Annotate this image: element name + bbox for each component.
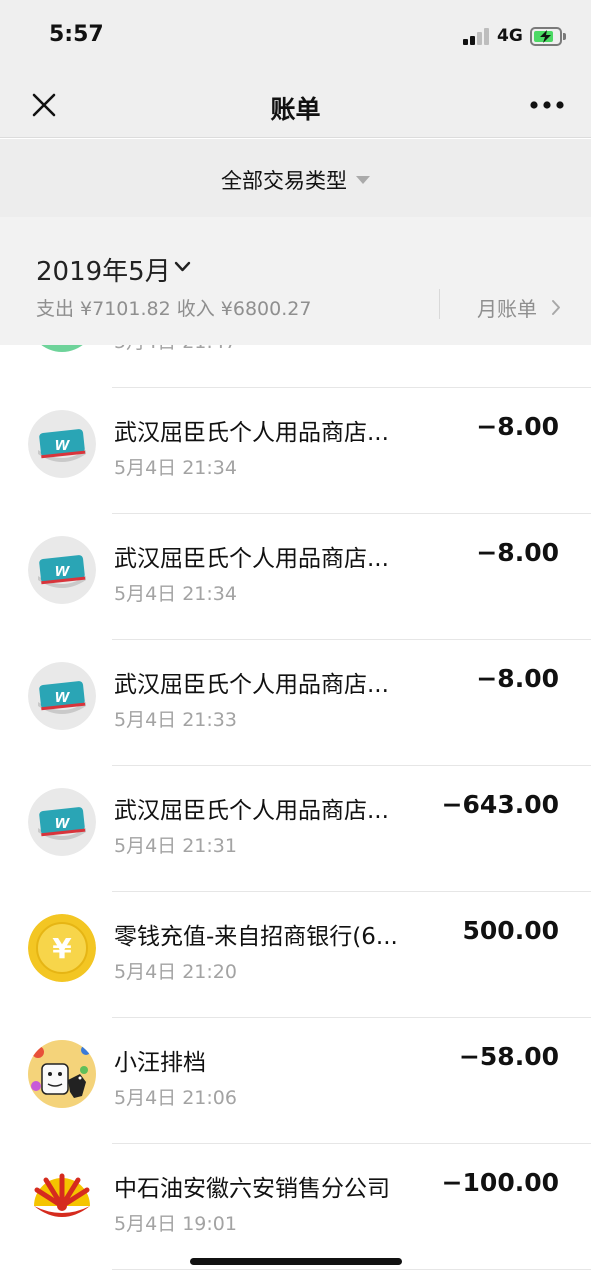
transaction-row[interactable]: 中石油安徽六安销售分公司 5月4日 19:01 −100.00 [0,1144,591,1270]
watsons-icon: w [28,536,96,604]
transaction-amount: 500.00 [462,916,559,945]
transaction-row[interactable]: w 武汉屈臣氏个人用品商店... 5月4日 21:34 −8.00 [0,388,591,514]
transaction-row[interactable]: ¥ 零钱充值-来自招商银行(6... 5月4日 21:20 500.00 [0,892,591,1018]
more-dots-icon [530,101,564,109]
transaction-time: 5月4日 21:06 [114,1087,237,1109]
filter-label: 全部交易类型 [221,169,347,193]
watsons-icon: w [28,410,96,478]
battery-icon [530,27,562,46]
svg-text:w: w [55,686,70,706]
row-divider [112,1269,591,1270]
svg-text:¥: ¥ [52,932,72,965]
transaction-amount: −8.00 [476,538,559,567]
network-type: 4G [497,26,523,46]
transaction-title: 武汉屈臣氏个人用品商店... [114,420,389,446]
transaction-time: 5月4日 21:47 [114,345,237,354]
chevron-right-icon [552,300,560,315]
more-options-button[interactable] [526,90,568,120]
transaction-title: 武汉屈臣氏个人用品商店... [114,798,389,824]
status-bar: 5:57 4G [0,0,591,72]
transaction-type-filter[interactable]: 全部交易类型 [0,165,591,195]
transaction-row[interactable]: w 武汉屈臣氏个人用品商店... 5月4日 21:33 −8.00 [0,640,591,766]
transaction-title: 武汉屈臣氏个人用品商店... [114,672,389,698]
transaction-amount: −643.00 [441,790,559,819]
watsons-icon: w [28,662,96,730]
transaction-time: 5月4日 21:31 [114,835,237,857]
transaction-time: 5月4日 19:01 [114,1213,237,1235]
month-selector[interactable]: 2019年5月 [36,251,171,288]
chevron-down-icon[interactable] [174,261,191,273]
transaction-title: 武汉屈臣氏个人用品商店... [114,546,389,572]
transaction-amount: −8.00 [476,412,559,441]
transaction-row[interactable]: w 武汉屈臣氏个人用品商店... 5月4日 21:31 −643.00 [0,766,591,892]
watsons-icon: w [28,788,96,856]
yuan-coin-icon: ¥ [28,914,96,982]
monthly-bill-link[interactable]: 月账单 [477,293,537,322]
filter-bar: 全部交易类型 [0,139,591,217]
transaction-time: 5月4日 21:20 [114,961,237,983]
svg-text:w: w [55,560,70,580]
transaction-time: 5月4日 21:34 [114,583,237,605]
home-indicator[interactable] [190,1258,402,1265]
transaction-row[interactable]: 5月4日 21:47 [0,345,591,388]
transaction-title: 中石油安徽六安销售分公司 [114,1176,390,1202]
divider [439,289,440,319]
month-summary: 支出 ¥7101.82 收入 ¥6800.27 [36,298,312,320]
transaction-time: 5月4日 21:33 [114,709,237,731]
signal-strength-icon [463,28,491,45]
status-time: 5:57 [49,22,104,47]
transaction-amount: −58.00 [458,1042,559,1071]
transaction-amount: −8.00 [476,664,559,693]
transaction-list: 5月4日 21:47 w 武汉屈臣氏个人用品商店... 5月4日 21:34 −… [0,345,591,1280]
battery-cap [563,33,566,40]
svg-text:w: w [55,812,70,832]
transaction-amount: −100.00 [441,1168,559,1197]
page-title: 账单 [270,95,321,124]
petrochina-logo-icon [28,1166,96,1234]
caret-down-icon [356,176,370,184]
nav-bar: 账单 [0,72,591,138]
transaction-row[interactable]: w 武汉屈臣氏个人用品商店... 5月4日 21:34 −8.00 [0,514,591,640]
transaction-title: 零钱充值-来自招商银行(6... [114,924,398,950]
svg-text:w: w [55,434,70,454]
transaction-time: 5月4日 21:34 [114,457,237,479]
transaction-row[interactable]: 小汪排档 5月4日 21:06 −58.00 [0,1018,591,1144]
transaction-title: 小汪排档 [114,1050,206,1076]
month-header: 2019年5月 支出 ¥7101.82 收入 ¥6800.27 月账单 [0,217,591,345]
cartoon-avatar-icon [28,1040,96,1108]
green-merchant-icon [28,345,96,352]
